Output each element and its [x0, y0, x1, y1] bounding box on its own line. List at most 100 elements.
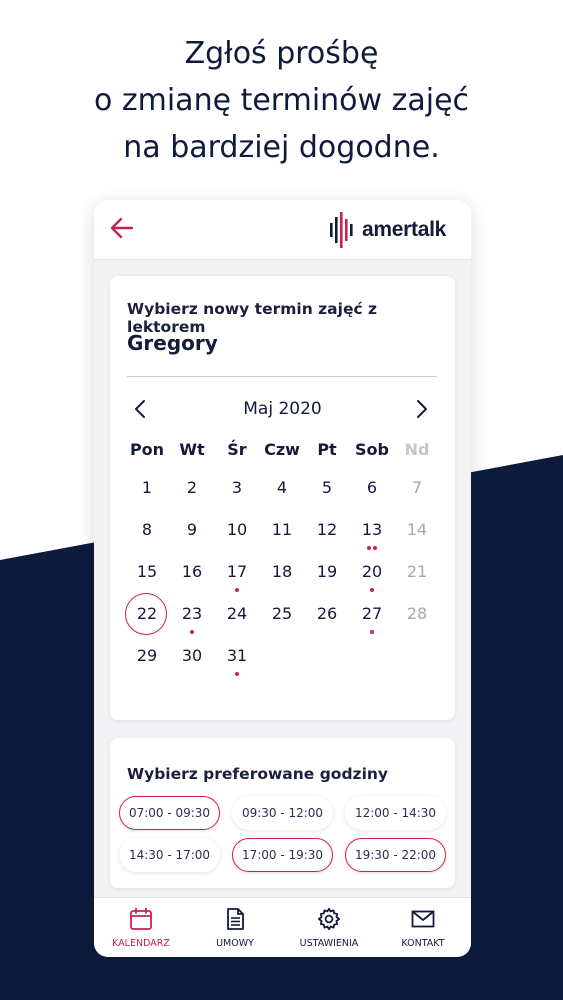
availability-dot [367, 546, 371, 550]
day-number: 25 [271, 604, 293, 623]
calendar-day[interactable]: 15 [124, 552, 170, 592]
day-number: 26 [316, 604, 338, 623]
next-month-chevron-icon[interactable] [410, 398, 432, 420]
headline: Zgłoś prośbę o zmianę terminów zajęć na … [0, 30, 563, 171]
calendar-day[interactable]: 29 [124, 636, 170, 676]
day-number: 12 [316, 520, 338, 539]
availability-dot [373, 546, 377, 550]
calendar-day[interactable]: 9 [169, 510, 215, 550]
day-number: 29 [136, 646, 158, 665]
back-arrow-icon[interactable] [108, 214, 136, 242]
availability-dots [214, 585, 260, 592]
hours-title: Wybierz preferowane godziny [127, 765, 389, 783]
day-number: 11 [271, 520, 293, 539]
calendar-day[interactable]: 27 [349, 594, 395, 634]
day-number: 10 [226, 520, 248, 539]
calendar-day[interactable]: 8 [124, 510, 170, 550]
calendar-day[interactable]: 4 [259, 468, 305, 508]
weekday-label: Pon [129, 440, 165, 459]
time-slot-chip[interactable]: 12:00 - 14:30 [345, 796, 446, 830]
day-number: 7 [411, 478, 423, 497]
time-slot-chip[interactable]: 09:30 - 12:00 [232, 796, 333, 830]
calendar-day[interactable]: 28 [394, 594, 440, 634]
weekday-label: Sob [355, 440, 389, 459]
calendar-day[interactable]: 31 [214, 636, 260, 676]
gear-icon [317, 907, 341, 931]
weekday-label: Wt [179, 440, 205, 459]
nav-label: KALENDARZ [112, 938, 170, 949]
day-number: 3 [231, 478, 243, 497]
weekday-label: Pt [317, 440, 337, 459]
calendar-day[interactable]: 11 [259, 510, 305, 550]
calendar-day[interactable]: 23 [169, 594, 215, 634]
calendar-day[interactable]: 17 [214, 552, 260, 592]
calendar-day[interactable]: 16 [169, 552, 215, 592]
amertalk-logo: amertalk [330, 210, 446, 250]
time-slot-chip[interactable]: 07:00 - 09:30 [119, 796, 220, 830]
day-number: 4 [276, 478, 288, 497]
calendar-day[interactable]: 2 [169, 468, 215, 508]
day-number: 6 [366, 478, 378, 497]
calendar-day[interactable]: 6 [349, 468, 395, 508]
nav-item-kalendarz[interactable]: KALENDARZ [94, 898, 188, 957]
weekday-label: Śr [227, 440, 247, 459]
day-number: 16 [181, 562, 203, 581]
selected-day-ring [125, 593, 167, 635]
day-number: 1 [141, 478, 153, 497]
calendar-card: Wybierz nowy termin zajęć z lektorem Gre… [110, 276, 455, 720]
envelope-icon [411, 910, 435, 928]
availability-dots [349, 585, 395, 592]
calendar-day[interactable]: 21 [394, 552, 440, 592]
hours-card: Wybierz preferowane godziny 07:00 - 09:3… [110, 738, 455, 888]
document-icon [227, 908, 244, 930]
weekday-label: Czw [264, 440, 300, 459]
nav-item-kontakt[interactable]: KONTAKT [376, 898, 470, 957]
availability-dots [169, 627, 215, 634]
calendar-day[interactable]: 24 [214, 594, 260, 634]
calendar-day[interactable]: 26 [304, 594, 350, 634]
availability-dot [370, 588, 374, 592]
calendar-day[interactable]: 10 [214, 510, 260, 550]
nav-label: UMOWY [216, 938, 254, 949]
headline-line-1: Zgłoś prośbę [184, 36, 379, 71]
calendar-day[interactable]: 5 [304, 468, 350, 508]
calendar-day[interactable]: 1 [124, 468, 170, 508]
availability-dots [349, 627, 395, 634]
weekday-label: Nd [404, 440, 430, 459]
availability-dots [349, 543, 395, 550]
headline-line-3: na bardziej dogodne. [123, 130, 440, 165]
nav-item-umowy[interactable]: UMOWY [188, 898, 282, 957]
day-number: 24 [226, 604, 248, 623]
day-number: 15 [136, 562, 158, 581]
time-slot-chip[interactable]: 17:00 - 19:30 [232, 838, 333, 872]
availability-dot [370, 630, 374, 634]
calendar-day[interactable]: 18 [259, 552, 305, 592]
phone-screen: amertalk Wybierz nowy termin zajęć z lek… [94, 200, 471, 957]
calendar-day-selected[interactable]: 22 [124, 593, 170, 635]
calendar-day[interactable]: 19 [304, 552, 350, 592]
nav-label: USTAWIENIA [299, 938, 359, 949]
calendar-day[interactable]: 20 [349, 552, 395, 592]
day-number: 14 [406, 520, 428, 539]
nav-item-ustawienia[interactable]: USTAWIENIA [282, 898, 376, 957]
availability-dot [235, 588, 239, 592]
time-slot-chip[interactable]: 14:30 - 17:00 [119, 838, 220, 872]
teacher-name: Gregory [127, 331, 218, 355]
day-number: 28 [406, 604, 428, 623]
time-slot-chip[interactable]: 19:30 - 22:00 [345, 838, 446, 872]
app-header: amertalk [94, 200, 471, 260]
availability-dots [214, 669, 260, 676]
calendar-day[interactable]: 13 [349, 510, 395, 550]
calendar-day[interactable]: 14 [394, 510, 440, 550]
calendar-day[interactable]: 12 [304, 510, 350, 550]
day-number: 8 [141, 520, 153, 539]
calendar-day[interactable]: 25 [259, 594, 305, 634]
day-number: 5 [321, 478, 333, 497]
month-label: Maj 2020 [243, 399, 322, 419]
calendar-day[interactable]: 7 [394, 468, 440, 508]
availability-dot [190, 630, 194, 634]
day-number: 9 [186, 520, 198, 539]
calendar-day[interactable]: 30 [169, 636, 215, 676]
day-number: 2 [186, 478, 198, 497]
calendar-day[interactable]: 3 [214, 468, 260, 508]
